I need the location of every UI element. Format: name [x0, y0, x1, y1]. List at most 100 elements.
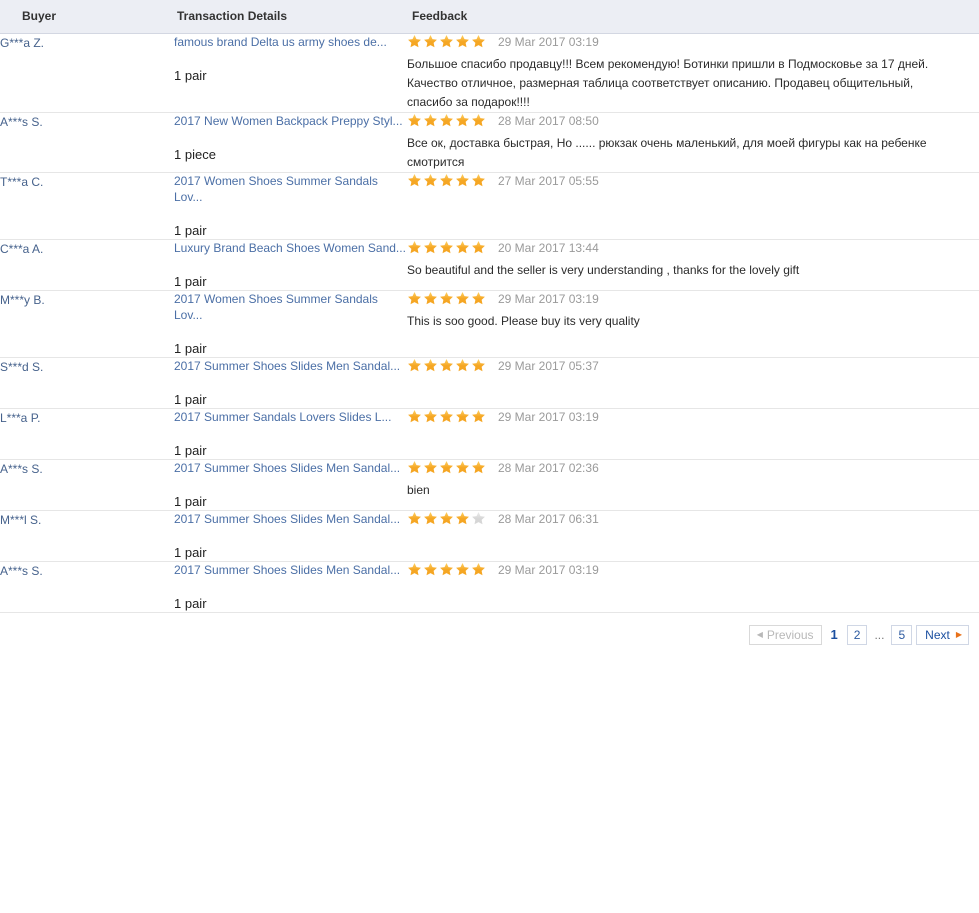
star-rating: [407, 34, 487, 49]
cell-transaction-details: 2017 Women Shoes Summer Sandals Lov... 1 …: [174, 172, 407, 240]
star-rating: [407, 113, 487, 128]
feedback-header: 29 Mar 2017 03:19: [407, 34, 979, 50]
pagination-next-button[interactable]: Next ▶: [916, 624, 969, 645]
buyer-name: M***y B.: [0, 292, 45, 307]
star-filled-icon: [440, 359, 453, 372]
star-rating: [407, 240, 487, 255]
cell-buyer: A***s S.: [0, 561, 174, 613]
product-title-link[interactable]: Luxury Brand Beach Shoes Women Sand...: [174, 240, 407, 256]
table-row: L***a P. 2017 Summer Sandals Lovers Slide…: [0, 408, 979, 460]
star-filled-icon: [440, 461, 453, 474]
buyer-name: A***s S.: [0, 114, 43, 129]
cell-buyer: L***a P.: [0, 408, 174, 460]
product-quantity: 1 pair: [174, 273, 207, 289]
star-filled-icon: [456, 512, 469, 525]
star-filled-icon: [472, 292, 485, 305]
cell-buyer: A***s S.: [0, 112, 174, 173]
cell-feedback: 27 Mar 2017 05:55: [407, 172, 979, 240]
star-filled-icon: [440, 410, 453, 423]
star-filled-icon: [456, 359, 469, 372]
buyer-name: M***l S.: [0, 512, 42, 527]
feedback-comment: This is soo good. Please buy its very qu…: [407, 313, 640, 328]
star-filled-icon: [424, 359, 437, 372]
cell-transaction-details: 2017 New Women Backpack Preppy Styl... 1 …: [174, 112, 407, 173]
star-filled-icon: [424, 292, 437, 305]
cell-buyer: G***a Z.: [0, 33, 174, 113]
product-title-link[interactable]: 2017 Summer Sandals Lovers Slides L...: [174, 409, 407, 425]
cell-transaction-details: famous brand Delta us army shoes de... 1 …: [174, 33, 407, 113]
table-row: G***a Z. famous brand Delta us army shoes…: [0, 33, 979, 113]
star-filled-icon: [440, 114, 453, 127]
star-filled-icon: [456, 114, 469, 127]
table-body: G***a Z. famous brand Delta us army shoes…: [0, 33, 979, 613]
feedback-date: 29 Mar 2017 05:37: [498, 358, 599, 373]
product-title-link[interactable]: famous brand Delta us army shoes de...: [174, 34, 407, 50]
star-filled-icon: [408, 512, 421, 525]
cell-feedback: 29 Mar 2017 03:19 Большое спасибо продавц…: [407, 33, 979, 113]
feedback-date: 29 Mar 2017 03:19: [498, 291, 599, 306]
star-filled-icon: [440, 174, 453, 187]
product-quantity: 1 pair: [174, 595, 207, 611]
product-title-link[interactable]: 2017 Summer Shoes Slides Men Sandal...: [174, 511, 407, 527]
product-title-link[interactable]: 2017 Summer Shoes Slides Men Sandal...: [174, 562, 407, 578]
cell-buyer: C***a A.: [0, 239, 174, 291]
product-title-link[interactable]: 2017 Summer Shoes Slides Men Sandal...: [174, 460, 407, 476]
cell-transaction-details: 2017 Summer Shoes Slides Men Sandal... 1 …: [174, 510, 407, 562]
feedback-header: 29 Mar 2017 05:37: [407, 358, 979, 374]
feedback-date: 28 Mar 2017 06:31: [498, 511, 599, 526]
column-header-feedback: Feedback: [407, 0, 979, 34]
feedback-comment: Все ок, доставка быстрая, Но ...... рюкз…: [407, 135, 927, 169]
star-filled-icon: [424, 410, 437, 423]
star-filled-icon: [440, 241, 453, 254]
column-header-buyer: Buyer: [0, 0, 174, 34]
column-header-transaction-details: Transaction Details: [174, 0, 407, 34]
feedback-comment: bien: [407, 482, 430, 497]
table-row: A***s S. 2017 New Women Backpack Preppy S…: [0, 112, 979, 173]
product-quantity: 1 pair: [174, 391, 207, 407]
product-quantity: 1 pair: [174, 340, 207, 356]
cell-feedback: 29 Mar 2017 03:19: [407, 408, 979, 460]
star-rating: [407, 291, 487, 306]
product-title-link[interactable]: 2017 Women Shoes Summer Sandals Lov...: [174, 291, 407, 323]
star-filled-icon: [456, 241, 469, 254]
buyer-name: T***a C.: [0, 174, 44, 189]
pagination-next-label: Next: [925, 627, 950, 642]
product-title-link[interactable]: 2017 New Women Backpack Preppy Styl...: [174, 113, 407, 129]
table-row: M***y B. 2017 Women Shoes Summer Sandals …: [0, 290, 979, 358]
cell-transaction-details: Luxury Brand Beach Shoes Women Sand... 1 …: [174, 239, 407, 291]
star-filled-icon: [472, 461, 485, 474]
cell-transaction-details: 2017 Summer Shoes Slides Men Sandal... 1 …: [174, 561, 407, 613]
star-rating: [407, 409, 487, 424]
table-row: M***l S. 2017 Summer Shoes Slides Men San…: [0, 510, 979, 562]
pagination-page-2[interactable]: 2: [846, 624, 868, 645]
star-filled-icon: [408, 292, 421, 305]
star-filled-icon: [424, 35, 437, 48]
star-filled-icon: [424, 114, 437, 127]
star-filled-icon: [408, 241, 421, 254]
pagination: ◀ Previous 1 2 ... 5 Next ▶: [0, 613, 979, 645]
cell-buyer: M***l S.: [0, 510, 174, 562]
feedback-header: 27 Mar 2017 05:55: [407, 173, 979, 189]
buyer-name: S***d S.: [0, 359, 44, 374]
cell-feedback: 28 Mar 2017 06:31: [407, 510, 979, 562]
cell-feedback: 28 Mar 2017 08:50 Все ок, доставка быстра…: [407, 112, 979, 173]
table-row: A***s S. 2017 Summer Shoes Slides Men San…: [0, 459, 979, 511]
pagination-page-5[interactable]: 5: [891, 624, 913, 645]
product-title-link[interactable]: 2017 Women Shoes Summer Sandals Lov...: [174, 173, 407, 205]
star-rating: [407, 511, 487, 526]
buyer-name: A***s S.: [0, 461, 43, 476]
feedback-header: 28 Mar 2017 02:36: [407, 460, 979, 476]
star-filled-icon: [440, 292, 453, 305]
pagination-previous-button: ◀ Previous: [748, 624, 822, 645]
product-quantity: 1 piece: [174, 146, 216, 162]
buyer-name: G***a Z.: [0, 35, 45, 50]
star-filled-icon: [424, 174, 437, 187]
table-header: Buyer Transaction Details Feedback: [0, 0, 979, 34]
feedback-header: 28 Mar 2017 08:50: [407, 113, 979, 129]
table-header-row: Buyer Transaction Details Feedback: [0, 0, 979, 34]
star-filled-icon: [472, 563, 485, 576]
table-row: S***d S. 2017 Summer Shoes Slides Men San…: [0, 357, 979, 409]
product-title-link[interactable]: 2017 Summer Shoes Slides Men Sandal...: [174, 358, 407, 374]
product-quantity: 1 pair: [174, 544, 207, 560]
star-filled-icon: [408, 174, 421, 187]
